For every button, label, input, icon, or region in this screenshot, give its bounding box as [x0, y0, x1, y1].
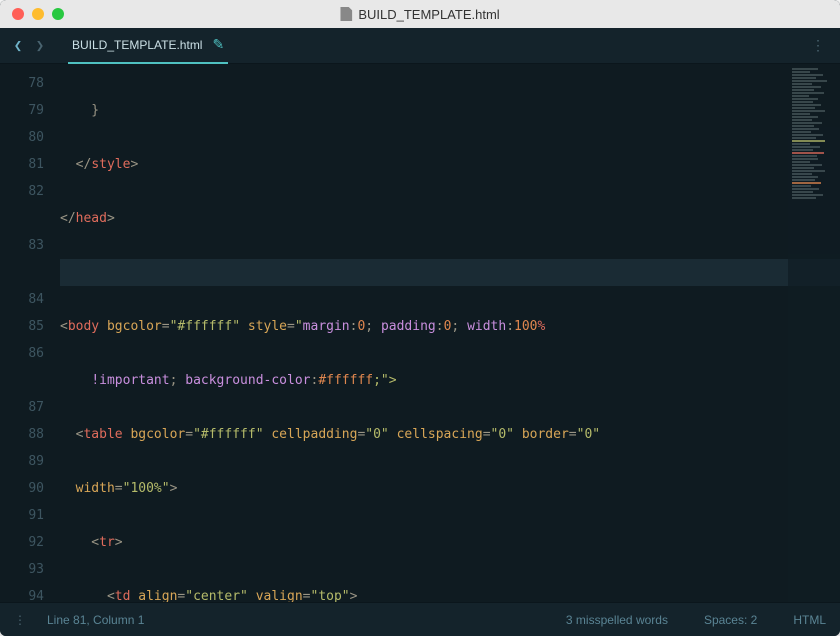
minimap[interactable] [788, 64, 840, 602]
line-number: 89 [0, 448, 44, 475]
line-number [0, 367, 44, 394]
close-icon[interactable] [12, 8, 24, 20]
window-title-text: BUILD_TEMPLATE.html [358, 7, 499, 22]
line-number: 88 [0, 421, 44, 448]
spellcheck-status[interactable]: 3 misspelled words [566, 613, 668, 627]
tab-label: BUILD_TEMPLATE.html [72, 38, 202, 52]
line-number: 92 [0, 529, 44, 556]
status-bar: ⋮ Line 81, Column 1 3 misspelled words S… [0, 602, 840, 636]
kebab-menu-icon[interactable]: ⋮ [811, 38, 832, 54]
titlebar[interactable]: BUILD_TEMPLATE.html [0, 0, 840, 28]
code-line [60, 259, 840, 286]
nav-arrows: ❮ ❯ [8, 36, 50, 56]
cursor-position[interactable]: Line 81, Column 1 [47, 613, 144, 627]
line-number: 82 [0, 178, 44, 205]
minimize-icon[interactable] [32, 8, 44, 20]
code-line: <td align="center" valign="top"> [60, 583, 840, 602]
back-icon[interactable]: ❮ [8, 36, 28, 56]
code-line: !important; background-color:#ffffff;"> [60, 367, 840, 394]
zoom-icon[interactable] [52, 8, 64, 20]
forward-icon[interactable]: ❯ [30, 36, 50, 56]
line-number: 86 [0, 340, 44, 367]
line-number: 83 [0, 232, 44, 259]
code-line: </head> [60, 205, 840, 232]
code-line: </style> [60, 151, 840, 178]
code-line: <table bgcolor="#ffffff" cellpadding="0"… [60, 421, 840, 448]
file-tab[interactable]: BUILD_TEMPLATE.html ✎ [68, 28, 228, 64]
line-number: 90 [0, 475, 44, 502]
line-number: 85 [0, 313, 44, 340]
line-number: 94 [0, 583, 44, 602]
line-number: 81 [0, 151, 44, 178]
line-number: 87 [0, 394, 44, 421]
status-menu-icon[interactable]: ⋮ [14, 613, 27, 627]
indent-status[interactable]: Spaces: 2 [704, 613, 757, 627]
tab-bar: ❮ ❯ BUILD_TEMPLATE.html ✎ ⋮ [0, 28, 840, 64]
editor-window: BUILD_TEMPLATE.html ❮ ❯ BUILD_TEMPLATE.h… [0, 0, 840, 636]
window-title: BUILD_TEMPLATE.html [340, 7, 499, 22]
code-line: width="100%"> [60, 475, 840, 502]
traffic-lights [0, 8, 64, 20]
code-line: } [60, 97, 840, 124]
line-number: 91 [0, 502, 44, 529]
code-line: <tr> [60, 529, 840, 556]
line-number: 93 [0, 556, 44, 583]
line-number: 80 [0, 124, 44, 151]
line-number [0, 259, 44, 286]
code-editor[interactable]: 78 79 80 81 82 83 84 85 86 87 88 89 90 9… [0, 64, 840, 602]
modified-icon: ✎ [212, 36, 224, 53]
line-number [0, 205, 44, 232]
document-icon [340, 7, 352, 21]
line-number: 79 [0, 97, 44, 124]
line-number: 78 [0, 70, 44, 97]
code-area[interactable]: } </style> </head> <body bgcolor="#fffff… [56, 64, 840, 602]
code-line: <body bgcolor="#ffffff" style="margin:0;… [60, 313, 840, 340]
language-mode[interactable]: HTML [793, 613, 826, 627]
line-number: 84 [0, 286, 44, 313]
line-gutter: 78 79 80 81 82 83 84 85 86 87 88 89 90 9… [0, 64, 56, 602]
